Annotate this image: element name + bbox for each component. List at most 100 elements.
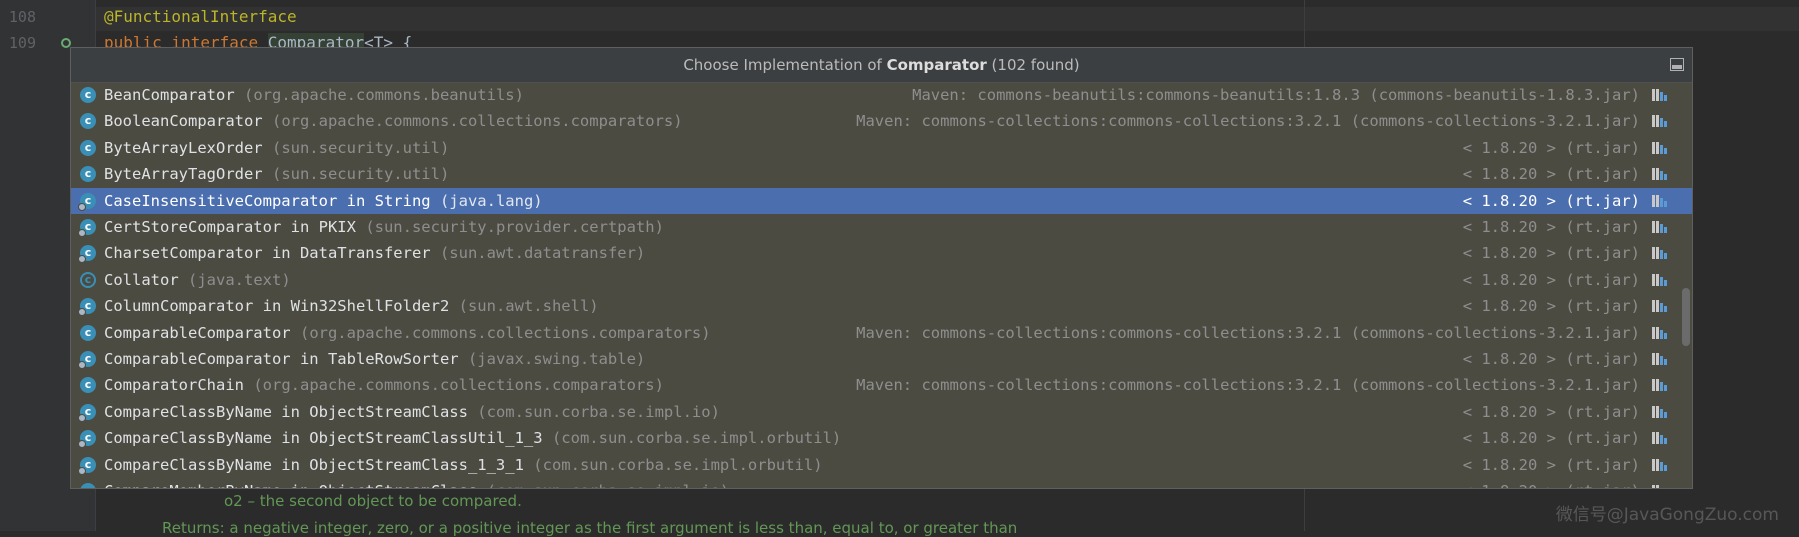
class-name-text: Collator (104, 270, 179, 289)
class-name-text: CharsetComparator in DataTransferer (104, 244, 431, 263)
package-name-text: (sun.security.util) (271, 165, 450, 184)
implementation-list-item[interactable]: c CaseInsensitiveComparator in String (ja… (71, 187, 1692, 214)
implementation-list-item[interactable]: c ComparableComparator in TableRowSorter … (71, 346, 1692, 372)
class-icon: c (80, 166, 96, 183)
package-name-text: (org.apache.commons.collections.comparat… (299, 323, 711, 342)
class-name-text: ComparatorChain (104, 376, 244, 395)
implementation-list-item[interactable]: c CompareMemberByName in ObjectStreamClas… (71, 478, 1692, 488)
library-icon (1652, 485, 1668, 488)
package-name-text: (org.apache.commons.beanutils) (244, 86, 524, 104)
library-location-text: < 1.8.20 > (rt.jar) (1462, 191, 1640, 210)
library-icon (1652, 247, 1668, 260)
library-location-text: < 1.8.20 > (rt.jar) (1462, 455, 1640, 474)
implementation-list-item[interactable]: c CompareClassByName in ObjectStreamClass… (71, 399, 1692, 425)
inner-class-icon: c (78, 245, 96, 264)
implementation-list-item[interactable]: c BeanComparator (org.apache.commons.bean… (71, 82, 1692, 108)
inner-class-icon: c (78, 219, 96, 237)
abstract-class-icon: c (80, 271, 96, 288)
current-line-highlight (96, 7, 1799, 31)
library-location-text: < 1.8.20 > (rt.jar) (1463, 478, 1640, 488)
class-icon: c (80, 324, 96, 341)
library-icon (1652, 115, 1668, 128)
library-location-text: < 1.8.20 > (rt.jar) (1462, 270, 1640, 289)
package-name-text: (org.apache.commons.collections.comparat… (271, 112, 683, 131)
library-icon (1652, 273, 1668, 286)
implementation-name: CompareClassByName in ObjectStreamClass … (104, 399, 720, 425)
inner-class-icon: c (78, 430, 96, 449)
class-name-text: CompareClassByName in ObjectStreamClass (104, 402, 468, 421)
library-icon (1652, 168, 1668, 181)
implementation-list-item[interactable]: c ByteArrayLexOrder (sun.security.util) < … (71, 135, 1692, 161)
package-name-text: (sun.security.provider.certpath) (365, 218, 664, 236)
inner-class-icon: c (78, 192, 96, 211)
library-location-text: Maven: commons-collections:commons-colle… (856, 323, 1640, 342)
implementation-list-item[interactable]: c CharsetComparator in DataTransferer (su… (71, 240, 1692, 266)
implementation-name: ComparableComparator (org.apache.commons… (104, 320, 711, 346)
package-name-text: (org.apache.commons.collections.comparat… (253, 376, 664, 395)
library-icon (1652, 405, 1668, 418)
class-name-text: CaseInsensitiveComparator in String (104, 191, 431, 210)
line-number-108: 108 (8, 8, 36, 26)
library-location-text: Maven: commons-collections:commons-colle… (856, 376, 1640, 395)
implementation-list-item[interactable]: c CertStoreComparator in PKIX (sun.securi… (71, 214, 1692, 240)
line-number-109: 109 (8, 34, 36, 52)
implementation-name: CompareClassByName in ObjectStreamClass_… (104, 452, 823, 478)
class-name-text: BeanComparator (104, 86, 235, 104)
package-name-text: (sun.awt.shell) (458, 297, 599, 316)
implementation-list-item[interactable]: c ComparatorChain (org.apache.commons.col… (71, 372, 1692, 398)
implementation-list-item[interactable]: c BooleanComparator (org.apache.commons.c… (71, 108, 1692, 134)
popup-title-prefix: Choose Implementation of (683, 56, 887, 74)
inner-class-icon: c (78, 351, 96, 369)
inner-class-icon: c (78, 456, 96, 475)
library-location-text: < 1.8.20 > (rt.jar) (1462, 218, 1640, 236)
library-icon (1652, 141, 1668, 154)
package-name-text: (java.lang) (439, 191, 543, 210)
library-icon (1652, 300, 1668, 313)
watermark: 微信号@JavaGongZuo.com (1555, 505, 1779, 525)
library-location-text: < 1.8.20 > (rt.jar) (1462, 138, 1640, 157)
library-icon (1652, 432, 1668, 445)
implementation-list-item[interactable]: c ByteArrayTagOrder (sun.security.util) < … (71, 161, 1692, 187)
inner-class-icon: c (78, 403, 96, 422)
popup-title-count: (102 found) (986, 56, 1080, 74)
library-location-text: < 1.8.20 > (rt.jar) (1462, 350, 1640, 368)
implementation-list-item[interactable]: c CompareClassByName in ObjectStreamClass… (71, 425, 1692, 451)
library-icon (1652, 458, 1668, 471)
implementation-name: CertStoreComparator in PKIX (sun.securit… (104, 214, 664, 240)
implementation-name: CharsetComparator in DataTransferer (sun… (104, 240, 645, 266)
class-icon: c (80, 87, 96, 103)
implementation-name: Collator (java.text) (104, 267, 291, 293)
class-name-text: BooleanComparator (104, 112, 263, 131)
class-name-text: ByteArrayLexOrder (104, 138, 263, 157)
implementation-name: ByteArrayLexOrder (sun.security.util) (104, 135, 449, 161)
implementation-name: BooleanComparator (org.apache.commons.co… (104, 108, 683, 134)
class-name-text: ComparableComparator (104, 323, 291, 342)
class-icon: c (80, 113, 96, 130)
library-location-text: < 1.8.20 > (rt.jar) (1462, 244, 1640, 263)
implementation-list-item[interactable]: c ComparableComparator (org.apache.common… (71, 320, 1692, 346)
class-icon: c (80, 377, 96, 394)
library-icon (1652, 89, 1668, 101)
implementation-list-item[interactable]: c CompareClassByName in ObjectStreamClass… (71, 452, 1692, 478)
popup-title-interface: Comparator (886, 56, 987, 74)
package-name-text: (com.sun.corba.se.impl.orbutil) (533, 455, 823, 474)
library-location-text: Maven: commons-beanutils:commons-beanuti… (912, 86, 1640, 104)
implementation-name: ComparatorChain (org.apache.commons.coll… (104, 372, 664, 398)
implementation-list-item[interactable]: c ColumnComparator in Win32ShellFolder2 (… (71, 293, 1692, 319)
inner-class-icon: c (80, 483, 96, 488)
doc-comment-returns: Returns: a negative integer, zero, or a … (162, 519, 1018, 537)
implementation-list[interactable]: c BeanComparator (org.apache.commons.bean… (71, 82, 1692, 488)
list-scrollbar[interactable] (1682, 288, 1690, 346)
implementation-list-item[interactable]: c Collator (java.text) < 1.8.20 > (rt.jar) (71, 267, 1692, 293)
class-name-text: CompareMemberByName in ObjectStreamClass (104, 482, 477, 488)
choose-implementation-popup: Choose Implementation of Comparator (102… (70, 47, 1693, 489)
class-icon: c (80, 139, 96, 156)
open-in-window-icon[interactable] (1670, 58, 1684, 71)
implementation-name: ColumnComparator in Win32ShellFolder2 (s… (104, 293, 599, 319)
package-name-text: (javax.swing.table) (467, 350, 646, 368)
implementation-name: CompareMemberByName in ObjectStreamClass… (104, 478, 729, 488)
annotation-text: @FunctionalInterface (104, 7, 297, 26)
class-name-text: CompareClassByName in ObjectStreamClassU… (104, 429, 543, 448)
library-icon (1652, 353, 1668, 365)
implementation-name: CompareClassByName in ObjectStreamClassU… (104, 425, 841, 451)
